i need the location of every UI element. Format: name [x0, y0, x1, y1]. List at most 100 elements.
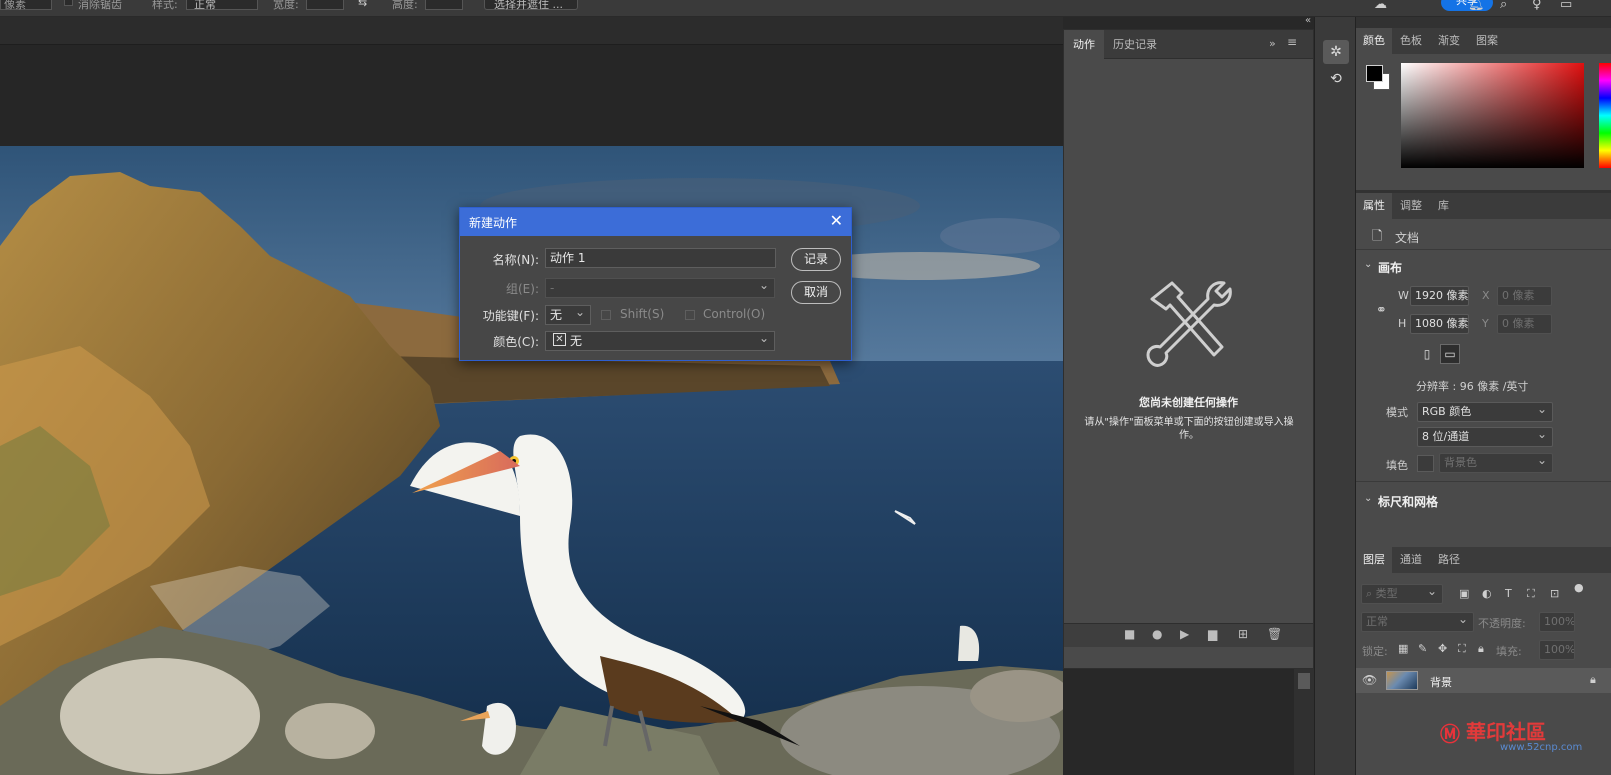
- tab-channels[interactable]: 通道: [1393, 547, 1429, 573]
- tab-patterns[interactable]: 图案: [1469, 28, 1505, 54]
- lock-all-icon[interactable]: 🔒︎: [1478, 642, 1484, 656]
- layer-row-background[interactable]: 👁︎ 背景 🔒︎: [1356, 668, 1611, 693]
- tab-color[interactable]: 颜色: [1356, 28, 1392, 54]
- x-field[interactable]: 0 像素: [1497, 286, 1552, 306]
- chevron-down-icon[interactable]: ⌄: [1364, 493, 1372, 504]
- layer-filter-select[interactable]: ⌕ 类型: [1361, 584, 1443, 604]
- width-input[interactable]: [306, 0, 344, 10]
- action-name-input[interactable]: 动作 1: [545, 248, 776, 268]
- height-field[interactable]: 1080 像素: [1410, 314, 1469, 334]
- tab-swatches[interactable]: 色板: [1393, 28, 1429, 54]
- function-key-select[interactable]: 无: [545, 303, 591, 325]
- record-icon[interactable]: ●: [1152, 627, 1162, 641]
- watermark-url: www.52cnp.com: [1500, 742, 1583, 753]
- canvas-section-title[interactable]: 画布: [1378, 259, 1402, 276]
- fill-swatch[interactable]: [1417, 455, 1434, 472]
- actions-panel-icon[interactable]: ✲: [1323, 40, 1349, 64]
- tab-history[interactable]: 历史记录: [1104, 30, 1166, 59]
- link-icon[interactable]: ⚭: [1376, 303, 1387, 318]
- opacity-field[interactable]: 100%: [1539, 612, 1575, 632]
- cloud-icon[interactable]: ☁: [1374, 0, 1387, 12]
- portrait-orientation-icon[interactable]: ▯: [1417, 344, 1437, 364]
- empty-actions-description: 请从"操作"面板菜单或下面的按钮创建或导入操作。: [1084, 417, 1294, 441]
- options-bar: 像素 消除锯齿 样式: 正常 宽度: ⇆ 高度: 选择并遮住 ... ☁ 共享 …: [0, 0, 1611, 17]
- mode-label: 模式: [1386, 406, 1408, 419]
- control-checkbox[interactable]: [685, 310, 695, 320]
- canvas-area[interactable]: [0, 45, 1063, 775]
- workspace-icon[interactable]: ▭: [1560, 0, 1572, 12]
- tab-libraries[interactable]: 库: [1431, 193, 1456, 219]
- no-color-icon: ✕: [553, 333, 566, 346]
- pixel-filter-icon[interactable]: ▣: [1459, 587, 1469, 600]
- select-mask-label: 选择并遮住 ...: [494, 0, 563, 11]
- history-panel-icon[interactable]: ⟲: [1323, 67, 1349, 91]
- lightbulb-icon[interactable]: ♀: [1532, 0, 1542, 12]
- height-input[interactable]: [425, 0, 463, 10]
- opacity-label: 不透明度:: [1478, 617, 1526, 630]
- empty-actions-title: 您尚未创建任何操作: [1139, 396, 1238, 409]
- fill-select[interactable]: 背景色: [1439, 453, 1553, 473]
- shift-label: Shift(S): [620, 307, 665, 321]
- color-select[interactable]: 无: [545, 329, 775, 351]
- tab-paths[interactable]: 路径: [1431, 547, 1467, 573]
- rulers-grid-section-title[interactable]: 标尺和网格: [1378, 493, 1438, 510]
- style-label: 样式:: [152, 0, 178, 11]
- layer-filter-value: 类型: [1375, 587, 1398, 600]
- foreground-swatch[interactable]: [1366, 65, 1383, 82]
- actions-panel-scrollbar[interactable]: [1294, 669, 1314, 775]
- folder-icon[interactable]: ▆: [1208, 627, 1217, 641]
- hue-slider[interactable]: [1599, 63, 1611, 168]
- tab-adjustments[interactable]: 调整: [1393, 193, 1429, 219]
- chevron-down-icon[interactable]: ⌄: [1364, 259, 1372, 270]
- scroll-thumb[interactable]: [1298, 673, 1310, 689]
- collapse-dock-icon[interactable]: «: [1305, 15, 1311, 26]
- new-action-dialog: 新建动作 ✕ 名称(N): 动作 1 组(E): - 功能键(F): 无 Shi…: [459, 207, 852, 361]
- document-icon: 🗋︎: [1372, 229, 1383, 244]
- group-select[interactable]: -: [545, 276, 775, 298]
- type-filter-icon[interactable]: T: [1505, 587, 1512, 600]
- tab-gradients[interactable]: 渐变: [1431, 28, 1467, 54]
- trash-icon[interactable]: 🗑︎: [1267, 627, 1282, 641]
- lock-icon[interactable]: 🔒︎: [1590, 673, 1596, 687]
- lock-position-icon[interactable]: ✥: [1438, 642, 1447, 655]
- shape-filter-icon[interactable]: ⛶: [1527, 587, 1535, 601]
- style-value: 正常: [194, 0, 216, 11]
- dialog-title: 新建动作: [469, 216, 518, 230]
- blend-mode-select[interactable]: 正常: [1361, 612, 1474, 632]
- dialog-titlebar[interactable]: 新建动作 ✕: [460, 208, 851, 236]
- fill-opacity-field[interactable]: 100%: [1539, 640, 1575, 660]
- adjustment-filter-icon[interactable]: ◐: [1482, 587, 1492, 600]
- shift-checkbox[interactable]: [601, 310, 611, 320]
- record-button[interactable]: 记录: [791, 248, 841, 271]
- bell-icon[interactable]: 🔔︎: [1468, 0, 1485, 12]
- lock-transparency-icon[interactable]: ▦: [1398, 642, 1408, 655]
- eye-icon[interactable]: 👁︎: [1362, 673, 1377, 687]
- tab-actions[interactable]: 动作: [1064, 30, 1104, 59]
- play-icon[interactable]: ▶: [1180, 627, 1189, 641]
- search-icon[interactable]: ⌕: [1500, 0, 1507, 12]
- stop-icon[interactable]: ■: [1124, 627, 1135, 641]
- smart-object-filter-icon[interactable]: ⊡: [1550, 587, 1559, 600]
- new-action-icon[interactable]: ⊞: [1238, 627, 1248, 641]
- y-field[interactable]: 0 像素: [1497, 314, 1552, 334]
- tab-layers[interactable]: 图层: [1356, 547, 1392, 573]
- panel-menu-icon[interactable]: ≡: [1287, 35, 1297, 49]
- collapse-panel-icon[interactable]: »: [1269, 37, 1276, 50]
- width-field[interactable]: 1920 像素: [1410, 286, 1469, 306]
- swap-arrow-icon[interactable]: ⇆: [358, 0, 367, 9]
- landscape-orientation-icon[interactable]: ▭: [1440, 344, 1460, 364]
- antialias-checkbox[interactable]: [64, 0, 73, 6]
- close-icon[interactable]: ✕: [830, 211, 843, 231]
- artboard-lock-icon[interactable]: ⛶: [1458, 642, 1466, 656]
- bit-depth-select[interactable]: 8 位/通道: [1417, 427, 1553, 447]
- mode-select[interactable]: RGB 颜色: [1417, 402, 1553, 422]
- right-dock: 颜色 色板 渐变 图案 属性 调整 库 🗋︎ 文档 ⌄ 画布 ⚭ W 1920 …: [1356, 17, 1611, 775]
- color-picker-field[interactable]: [1401, 63, 1584, 168]
- document-label: 文档: [1395, 231, 1420, 245]
- lock-pixels-icon[interactable]: ✎: [1418, 642, 1427, 655]
- tab-properties[interactable]: 属性: [1356, 193, 1392, 219]
- share-button[interactable]: 共享: [1441, 0, 1493, 11]
- cancel-button[interactable]: 取消: [791, 281, 841, 304]
- filter-toggle-icon[interactable]: ●: [1574, 581, 1584, 594]
- name-label: 名称(N):: [492, 253, 539, 267]
